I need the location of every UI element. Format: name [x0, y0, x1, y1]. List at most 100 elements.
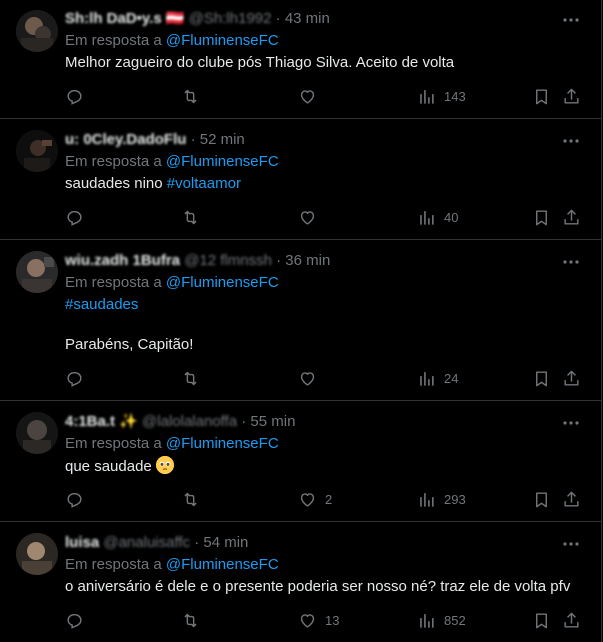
tweet-header: wiu.zadh 1Bufra @12 flmnssh · 36 min	[65, 251, 330, 271]
reply-context: Em resposta a @FluminenseFC	[65, 434, 279, 454]
reply-button[interactable]	[65, 207, 92, 227]
display-name[interactable]: Sh:lh DaD•y.s 🇦🇹	[65, 10, 185, 27]
tweet-header: 4:1Ba.t ✨ @lalolalanoffa · 55 min	[65, 412, 295, 432]
retweet-button[interactable]	[181, 368, 208, 388]
views-button[interactable]: 24	[417, 368, 458, 388]
reply-icon	[67, 371, 82, 387]
retweet-icon	[184, 89, 197, 103]
more-options-icon[interactable]	[561, 252, 581, 272]
heart-icon	[300, 492, 315, 507]
more-options-icon[interactable]	[561, 131, 581, 151]
more-options-icon[interactable]	[561, 534, 581, 554]
display-name[interactable]: u: 0Cley.DadoFlu	[65, 131, 186, 148]
display-name[interactable]: wiu.zadh 1Bufra	[65, 252, 180, 269]
tweet[interactable]: u: 0Cley.DadoFlu · 52 min Em resposta a …	[0, 119, 601, 240]
display-name[interactable]: luisa	[65, 534, 99, 551]
like-button[interactable]	[298, 207, 325, 227]
user-handle[interactable]: @12 flmnssh	[184, 252, 272, 269]
like-button[interactable]: 2	[298, 489, 332, 509]
retweet-button[interactable]	[181, 207, 208, 227]
mention-link[interactable]: @FluminenseFC	[166, 153, 279, 170]
retweet-icon	[184, 492, 197, 506]
more-options-icon[interactable]	[561, 413, 581, 433]
like-button[interactable]	[298, 368, 325, 388]
hashtag-link[interactable]: #saudades	[65, 296, 138, 313]
reply-icon	[67, 492, 82, 508]
tweet-body: saudades nino	[65, 175, 167, 192]
tweet[interactable]: luisa @analuisaffc · 54 min Em resposta …	[0, 522, 601, 642]
like-button[interactable]	[298, 86, 325, 106]
user-handle[interactable]: @Sh:lh1992	[189, 10, 272, 27]
heart-icon	[300, 210, 315, 225]
avatar[interactable]	[16, 130, 58, 172]
tweet[interactable]: Sh:lh DaD•y.s 🇦🇹 @Sh:lh1992 · 43 min Em …	[0, 0, 601, 119]
share-button[interactable]	[562, 207, 581, 227]
views-chart-icon	[420, 371, 434, 386]
user-handle[interactable]: @lalolalanoffa	[142, 413, 237, 430]
retweet-icon	[184, 371, 197, 385]
views-chart-icon	[420, 210, 434, 225]
hashtag-link[interactable]: #voltaamor	[167, 175, 241, 192]
heart-icon	[300, 371, 315, 386]
reply-button[interactable]	[65, 489, 92, 509]
avatar[interactable]	[16, 412, 58, 454]
retweet-button[interactable]	[181, 610, 208, 630]
bookmark-icon	[536, 370, 547, 386]
share-button[interactable]	[562, 86, 581, 106]
retweet-button[interactable]	[181, 489, 208, 509]
reply-icon	[67, 210, 82, 226]
timestamp[interactable]: · 54 min	[194, 534, 248, 551]
share-icon	[564, 612, 579, 628]
views-chart-icon	[420, 89, 434, 104]
timestamp[interactable]: · 36 min	[276, 252, 330, 269]
tweet-header: u: 0Cley.DadoFlu · 52 min	[65, 130, 245, 150]
tweet[interactable]: 4:1Ba.t ✨ @lalolalanoffa · 55 min Em res…	[0, 401, 601, 522]
bookmark-button[interactable]	[532, 368, 551, 388]
bookmark-icon	[536, 88, 547, 104]
reply-button[interactable]	[65, 86, 92, 106]
like-count: 13	[325, 612, 340, 628]
views-button[interactable]: 143	[417, 86, 466, 106]
tweet-header: luisa @analuisaffc · 54 min	[65, 533, 248, 553]
tweet[interactable]: wiu.zadh 1Bufra @12 flmnssh · 36 min Em …	[0, 240, 601, 401]
avatar[interactable]	[16, 10, 58, 52]
views-chart-icon	[420, 613, 434, 628]
bookmark-icon	[536, 612, 547, 628]
bookmark-icon	[536, 209, 547, 225]
reply-button[interactable]	[65, 610, 92, 630]
tweet-actions: 40	[65, 207, 585, 227]
share-button[interactable]	[562, 368, 581, 388]
views-button[interactable]: 293	[417, 489, 466, 509]
share-icon	[564, 88, 579, 104]
mention-link[interactable]: @FluminenseFC	[166, 32, 279, 49]
reply-button[interactable]	[65, 368, 92, 388]
retweet-button[interactable]	[181, 86, 208, 106]
views-button[interactable]: 852	[417, 610, 466, 630]
bookmark-button[interactable]	[532, 207, 551, 227]
avatar[interactable]	[16, 533, 58, 575]
mention-link[interactable]: @FluminenseFC	[166, 435, 279, 452]
share-button[interactable]	[562, 489, 581, 509]
views-button[interactable]: 40	[417, 207, 458, 227]
timestamp[interactable]: · 55 min	[241, 413, 295, 430]
mention-link[interactable]: @FluminenseFC	[166, 556, 279, 573]
timestamp[interactable]: · 43 min	[276, 10, 330, 27]
tweet-text: #saudades	[65, 295, 138, 315]
user-handle[interactable]: @analuisaffc	[103, 534, 190, 551]
reply-context: Em resposta a @FluminenseFC	[65, 273, 279, 293]
reply-context: Em resposta a @FluminenseFC	[65, 152, 279, 172]
bookmark-button[interactable]	[532, 489, 551, 509]
more-options-icon[interactable]	[561, 10, 581, 30]
like-button[interactable]: 13	[298, 610, 339, 630]
retweet-icon	[184, 210, 197, 224]
bookmark-button[interactable]	[532, 86, 551, 106]
timestamp[interactable]: · 52 min	[191, 131, 245, 148]
share-button[interactable]	[562, 610, 581, 630]
mention-link[interactable]: @FluminenseFC	[166, 274, 279, 291]
avatar[interactable]	[16, 251, 58, 293]
tweet-actions: 143	[65, 86, 585, 106]
tweet-actions: 2 293	[65, 489, 585, 509]
display-name[interactable]: 4:1Ba.t ✨	[65, 413, 138, 430]
bookmark-button[interactable]	[532, 610, 551, 630]
reply-prefix: Em resposta a	[65, 153, 162, 170]
